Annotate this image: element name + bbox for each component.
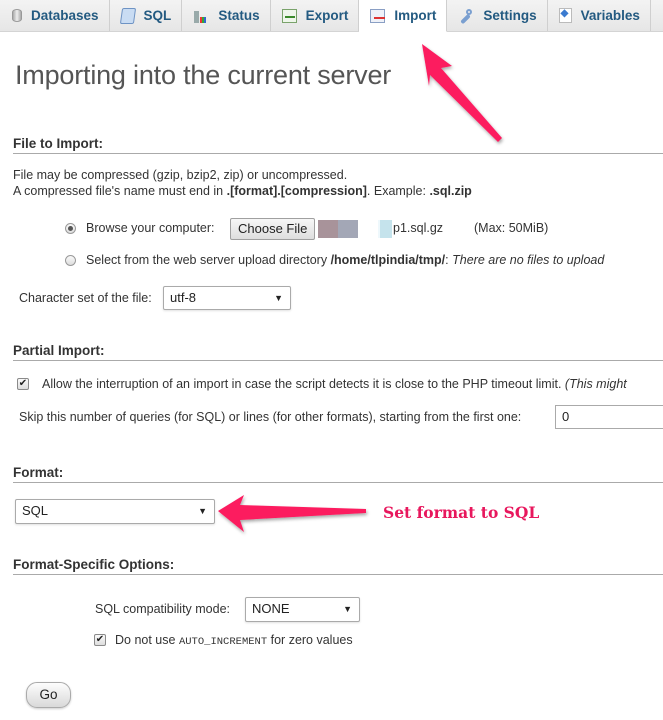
tab-label: SQL [143, 8, 172, 23]
annotation-set-format-to-sql: Set format to SQL [383, 503, 540, 522]
redacted-filename [318, 220, 338, 238]
no-files-note: There are no files to upload [452, 253, 605, 267]
tab-label: Databases [31, 8, 99, 23]
tab-label: Status [218, 8, 260, 23]
allow-interrupt-checkbox[interactable]: ✔ [17, 378, 29, 390]
choose-file-button[interactable]: Choose File [230, 218, 316, 240]
section-title-partial-import: Partial Import: [13, 343, 663, 361]
tab-sql[interactable]: SQL [110, 0, 183, 31]
tab-label: Import [394, 8, 437, 23]
redacted-filename [380, 220, 392, 238]
skip-queries-input[interactable]: 0 [555, 405, 663, 429]
chosen-file-name: p1.sql.gz [393, 221, 444, 235]
allow-interrupt-label: Allow the interruption of an import in c… [42, 377, 627, 391]
chevron-down-icon: ▼ [198, 506, 207, 516]
compression-naming-note: A compressed file's name must end in .[f… [13, 184, 472, 198]
browse-computer-label: Browse your computer: [86, 221, 215, 235]
database-icon [12, 9, 22, 22]
tab-label: Variables [580, 8, 640, 23]
export-icon [281, 8, 297, 23]
server-directory-label: Select from the web server upload direct… [86, 253, 604, 267]
naming-prefix: A compressed file's name must end in [13, 184, 227, 198]
sql-scroll-icon [119, 7, 136, 24]
naming-format: .[format].[compression] [226, 184, 367, 198]
format-value: SQL [22, 503, 49, 518]
top-tab-bar: Databases SQL Status Export Import Setti… [0, 0, 663, 32]
tab-import[interactable]: Import [359, 0, 448, 32]
colon: : [445, 253, 449, 267]
tab-label: Export [305, 8, 349, 23]
server-directory-radio[interactable] [65, 255, 76, 266]
server-directory-text: Select from the web server upload direct… [86, 253, 331, 267]
redacted-filename [358, 220, 378, 238]
tab-variables[interactable]: Variables [548, 0, 651, 31]
section-title-file-to-import: File to Import: [13, 136, 663, 154]
wrench-icon [458, 8, 474, 24]
auto-inc-prefix: Do not use [115, 633, 179, 647]
variables-icon [558, 8, 572, 23]
browse-computer-radio[interactable] [65, 223, 76, 234]
naming-mid: . Example: [366, 184, 430, 198]
naming-example: .sql.zip [429, 184, 472, 198]
auto-inc-suffix: for zero values [267, 633, 353, 647]
max-upload-size: (Max: 50MiB) [474, 221, 549, 235]
server-directory-path: /home/tlpindia/tmp/ [330, 253, 446, 267]
tab-status[interactable]: Status [182, 0, 271, 31]
tab-settings[interactable]: Settings [447, 0, 548, 31]
allow-interrupt-note: (This might [564, 377, 627, 391]
page-title: Importing into the current server [15, 60, 392, 90]
format-select[interactable]: SQL ▼ [15, 499, 215, 524]
go-button[interactable]: Go [26, 682, 71, 708]
compression-note: File may be compressed (gzip, bzip2, zip… [13, 168, 348, 182]
sql-compat-select[interactable]: NONE ▼ [245, 597, 360, 622]
charset-label: Character set of the file: [19, 291, 152, 305]
import-icon [370, 8, 386, 23]
status-chart-icon [193, 8, 209, 24]
charset-select[interactable]: utf-8 ▼ [163, 286, 291, 310]
no-auto-increment-checkbox[interactable]: ✔ [94, 634, 106, 646]
skip-queries-label: Skip this number of queries (for SQL) or… [19, 410, 522, 424]
tab-label: Settings [483, 8, 537, 23]
sql-compat-value: NONE [252, 601, 290, 616]
arrow-to-import-tab [422, 44, 502, 142]
sql-compat-label: SQL compatibility mode: [95, 602, 231, 616]
allow-interrupt-text: Allow the interruption of an import in c… [42, 377, 565, 391]
redacted-filename [338, 220, 358, 238]
auto-inc-code: AUTO_INCREMENT [178, 636, 268, 648]
tab-export[interactable]: Export [271, 0, 360, 31]
chevron-down-icon: ▼ [343, 604, 352, 614]
chevron-down-icon: ▼ [274, 293, 283, 303]
tab-databases[interactable]: Databases [0, 0, 110, 31]
charset-value: utf-8 [170, 290, 197, 305]
section-title-format-specific: Format-Specific Options: [13, 557, 663, 575]
no-auto-increment-label: Do not use AUTO_INCREMENT for zero value… [115, 633, 353, 648]
arrow-to-format-select [218, 495, 366, 532]
section-title-format: Format: [13, 465, 663, 483]
